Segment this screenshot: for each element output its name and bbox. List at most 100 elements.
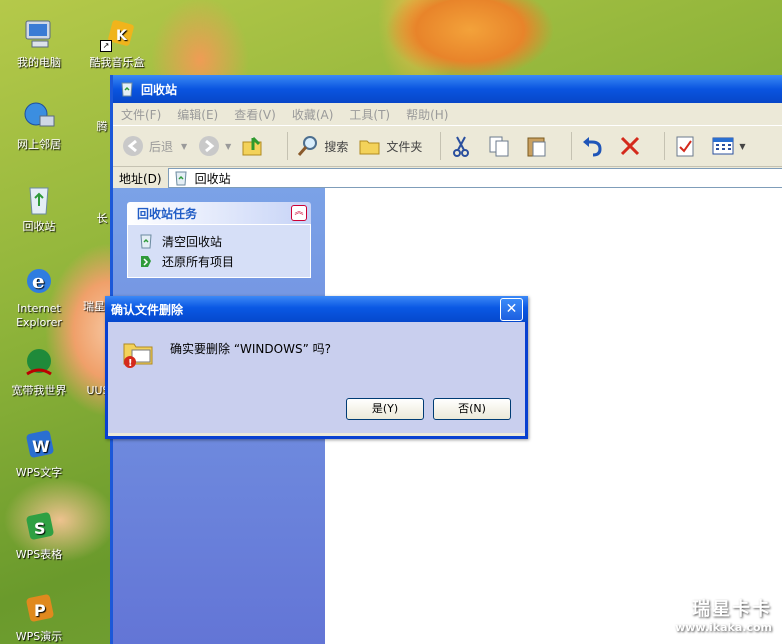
toolbar-separator xyxy=(664,132,666,160)
watermark-url: www.ikaka.com xyxy=(675,621,772,634)
window-titlebar[interactable]: 回收站 xyxy=(113,75,782,103)
search-icon xyxy=(298,136,318,156)
toolbar-separator xyxy=(571,132,573,160)
menu-tools[interactable]: 工具(T) xyxy=(341,106,398,123)
address-bar: 地址(D) 回收站 xyxy=(113,167,782,190)
window-title: 回收站 xyxy=(141,82,178,97)
forward-button[interactable]: ▼ xyxy=(197,134,231,158)
dialog-body: ! 确实要删除 “WINDOWS” 吗? 是(Y) 否(N) xyxy=(108,322,525,433)
recycle-bin-icon xyxy=(121,82,133,97)
views-button[interactable]: ▼ xyxy=(711,134,746,158)
properties-icon xyxy=(676,136,694,157)
up-folder-icon xyxy=(242,136,262,156)
folder-delete-warning-icon: ! xyxy=(123,343,153,369)
task-label: 清空回收站 xyxy=(162,234,223,249)
wps-presentation-icon: P xyxy=(22,592,56,626)
svg-text:P: P xyxy=(34,601,46,620)
desktop-icon-label: WPS文字 xyxy=(15,466,63,479)
task-empty-recycle-bin[interactable]: 清空回收站 xyxy=(138,231,300,251)
no-button[interactable]: 否(N) xyxy=(433,398,511,420)
tasks-header[interactable]: 回收站任务 ︽ xyxy=(127,202,311,224)
back-label: 后退 xyxy=(149,139,174,154)
paste-button[interactable] xyxy=(525,134,553,158)
dialog-message: 确实要删除 “WINDOWS” 吗? xyxy=(170,342,331,356)
menu-help[interactable]: 帮助(H) xyxy=(398,106,456,123)
properties-button[interactable] xyxy=(673,134,701,158)
toolbar-separator xyxy=(287,132,289,160)
wps-writer-icon: W xyxy=(22,428,56,462)
shortcut-arrow-icon: ↗ xyxy=(100,40,112,52)
desktop-icon-label: WPS演示 xyxy=(15,630,63,643)
chevron-down-icon: ▼ xyxy=(739,141,746,151)
menu-bar: 文件(F) 编辑(E) 查看(V) 收藏(A) 工具(T) 帮助(H) xyxy=(113,103,782,126)
toolbar: 后退 ▼ ▼ 搜索 文件夹 ▼ xyxy=(113,126,782,167)
address-label: 地址(D) xyxy=(119,171,162,186)
desktop-icon-wps-writer[interactable]: W WPS文字 xyxy=(4,428,74,480)
network-icon xyxy=(22,100,56,134)
task-restore-all[interactable]: 还原所有项目 xyxy=(138,251,300,271)
desktop-icon-broadband[interactable]: 宽带我世界 xyxy=(4,346,74,398)
delete-x-icon xyxy=(621,136,640,156)
views-grid-icon xyxy=(712,137,734,155)
search-label: 搜索 xyxy=(324,139,349,154)
recycle-bin-icon xyxy=(175,171,187,186)
recycle-bin-icon xyxy=(22,182,56,216)
task-label: 还原所有项目 xyxy=(162,254,235,269)
copy-icon xyxy=(489,136,509,157)
desktop-icon-label: 瑞星 xyxy=(83,300,105,313)
paste-icon xyxy=(527,137,546,157)
svg-text:W: W xyxy=(32,437,50,456)
svg-text:S: S xyxy=(34,519,46,538)
desktop-icon-label: 网上邻居 xyxy=(17,138,61,151)
desktop-icon-kuwo[interactable]: K ↗ 酷我音乐盒 xyxy=(82,18,152,70)
svg-text:K: K xyxy=(116,28,128,44)
kuwo-music-icon: K ↗ xyxy=(100,18,134,52)
menu-edit[interactable]: 编辑(E) xyxy=(169,106,226,123)
undo-button[interactable] xyxy=(580,134,608,158)
forward-arrow-icon xyxy=(199,136,220,156)
yes-button[interactable]: 是(Y) xyxy=(346,398,424,420)
copy-button[interactable] xyxy=(487,134,515,158)
chevron-down-icon: ▼ xyxy=(225,141,232,151)
back-button[interactable]: 后退 ▼ xyxy=(121,134,187,158)
svg-text:!: ! xyxy=(128,358,133,369)
recycle-bin-tasks-panel: 回收站任务 ︽ 清空回收站 还原所有项目 xyxy=(127,202,311,278)
tasks-body: 清空回收站 还原所有项目 xyxy=(127,224,311,278)
menu-favorites[interactable]: 收藏(A) xyxy=(284,106,342,123)
restore-arrow-icon xyxy=(141,256,151,267)
address-field[interactable]: 回收站 xyxy=(167,168,782,188)
up-folder-button[interactable] xyxy=(241,134,269,158)
svg-text:e: e xyxy=(32,269,45,293)
close-icon[interactable]: ✕ xyxy=(500,297,523,321)
cut-button[interactable] xyxy=(449,134,477,158)
back-arrow-icon xyxy=(123,136,143,156)
internet-explorer-icon: e xyxy=(22,264,56,298)
desktop-icon-ie[interactable]: e Internet Explorer xyxy=(4,264,74,330)
search-button[interactable]: 搜索 xyxy=(296,134,348,158)
desktop-icon-label: Internet Explorer xyxy=(16,302,62,329)
desktop-icon-label: 酷我音乐盒 xyxy=(89,56,145,69)
desktop-icon-my-computer[interactable]: 我的电脑 xyxy=(4,18,74,70)
dialog-titlebar[interactable]: 确认文件删除 ✕ xyxy=(105,296,528,322)
scissors-icon xyxy=(453,136,470,157)
wps-sheets-icon: S xyxy=(22,510,56,544)
desktop-icon-label: 宽带我世界 xyxy=(11,384,67,397)
recycle-bin-icon xyxy=(140,234,152,249)
folders-button[interactable]: 文件夹 xyxy=(358,134,422,158)
address-value: 回收站 xyxy=(194,171,231,186)
toolbar-separator xyxy=(440,132,442,160)
menu-file[interactable]: 文件(F) xyxy=(113,106,169,123)
undo-icon xyxy=(583,137,602,157)
chevron-down-icon: ▼ xyxy=(181,141,188,151)
desktop-icon-recycle-bin[interactable]: 回收站 xyxy=(4,182,74,234)
menu-view[interactable]: 查看(V) xyxy=(226,106,284,123)
desktop-icon-label: 长 xyxy=(96,212,108,225)
desktop-icon-wps-presentation[interactable]: P WPS演示 xyxy=(4,592,74,644)
desktop-icon-network[interactable]: 网上邻居 xyxy=(4,100,74,152)
desktop-icon-wps-sheets[interactable]: S WPS表格 xyxy=(4,510,74,562)
delete-button[interactable] xyxy=(618,134,646,158)
watermark: 瑞星卡卡 www.ikaka.com xyxy=(675,595,772,634)
broadband-icon xyxy=(22,346,56,380)
desktop-icon-label: 腾 xyxy=(96,120,108,133)
collapse-chevron-icon[interactable]: ︽ xyxy=(291,205,307,221)
